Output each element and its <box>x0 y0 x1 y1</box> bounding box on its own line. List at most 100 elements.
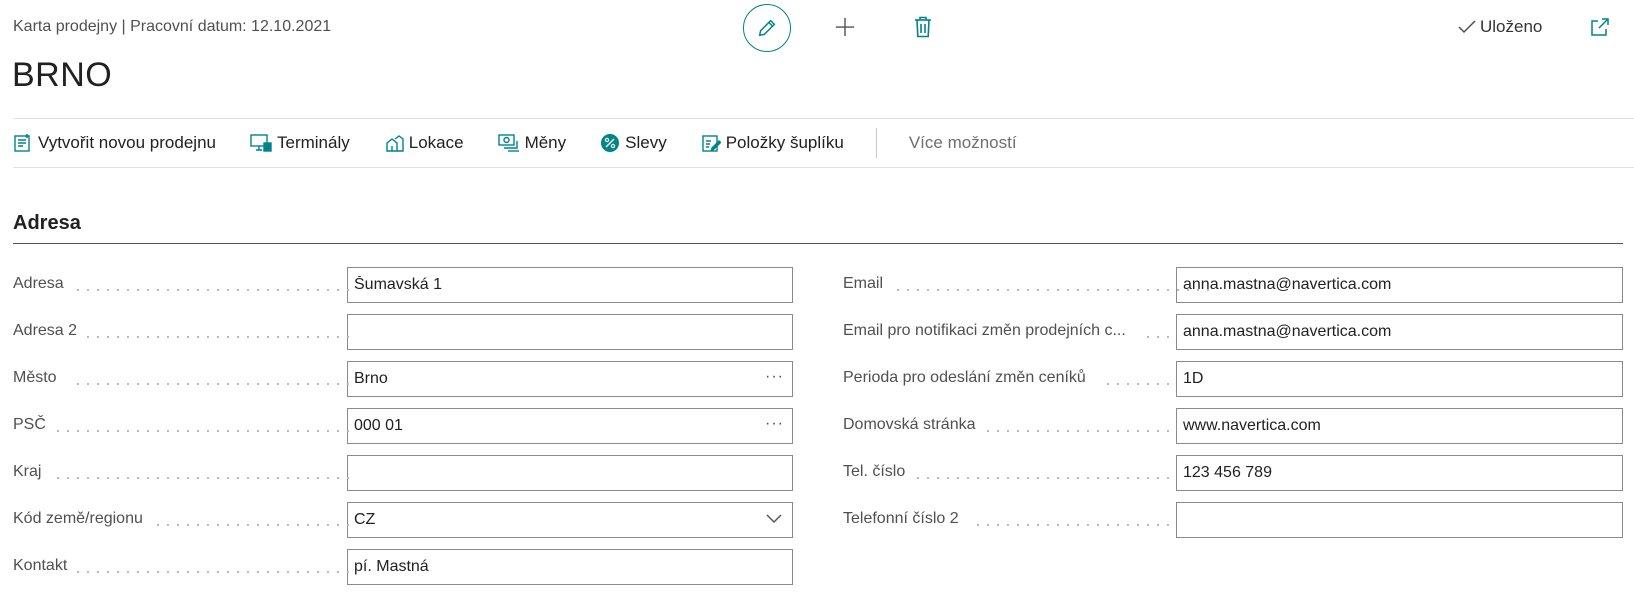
contact-input[interactable]: pí. Mastná <box>347 549 793 585</box>
action-drawer-items-label: Položky šuplíku <box>725 133 844 152</box>
new-store-icon <box>14 134 30 152</box>
leader-dots <box>73 383 350 385</box>
field-address: Adresa Šumavská 1 <box>13 267 793 303</box>
leader-dots <box>53 477 350 479</box>
leader-dots <box>1143 336 1173 338</box>
action-currencies[interactable]: Měny <box>497 133 566 153</box>
leader-dots <box>1103 383 1173 385</box>
field-contact: Kontakt pí. Mastná <box>13 549 793 585</box>
top-bar: Karta prodejny | Pracovní datum: 12.10.2… <box>0 0 1634 60</box>
address-input[interactable]: Šumavská 1 <box>347 267 793 303</box>
field-phone-2: Telefonní číslo 2 <box>843 502 1623 538</box>
action-bar-bottom-divider <box>13 167 1634 168</box>
action-drawer-items[interactable]: Položky šuplíku <box>701 133 844 153</box>
action-separator <box>875 128 877 158</box>
currency-icon <box>497 134 519 152</box>
leader-dots <box>153 524 350 526</box>
field-postcode: PSČ 000 01 ··· <box>13 408 793 444</box>
action-discounts-label: Slevy <box>625 133 667 152</box>
terminal-icon <box>250 134 272 152</box>
phone-value: 123 456 789 <box>1183 464 1272 481</box>
saved-label: Uloženo <box>1480 17 1543 36</box>
action-new-store-label: Vytvořit novou prodejnu <box>38 133 216 152</box>
homepage-input[interactable]: www.navertica.com <box>1176 408 1623 444</box>
field-phone-2-label: Telefonní číslo 2 <box>843 510 967 528</box>
field-email-label: Email <box>843 275 892 293</box>
field-price-change-period: Perioda pro odeslání změn ceníků 1D <box>843 361 1623 397</box>
postcode-value: 000 01 <box>354 417 403 434</box>
homepage-value: www.navertica.com <box>1183 417 1321 434</box>
address-value: Šumavská 1 <box>354 276 443 293</box>
trash-icon <box>915 16 931 38</box>
drawer-items-icon <box>702 135 721 152</box>
postcode-lookup-button[interactable]: ··· <box>765 415 784 433</box>
field-country-code-label: Kód země/regionu <box>13 510 151 528</box>
pencil-icon <box>758 19 776 37</box>
field-address-2: Adresa 2 <box>13 314 793 350</box>
field-phone-label: Tel. číslo <box>843 463 914 481</box>
field-email: Email anna.mastna@navertica.com <box>843 267 1623 303</box>
action-terminals[interactable]: Terminály <box>250 133 350 153</box>
location-icon <box>386 135 404 152</box>
leader-dots <box>53 430 350 432</box>
delete-button[interactable] <box>908 12 938 42</box>
leader-dots <box>73 289 350 291</box>
chevron-down-icon[interactable] <box>766 514 782 524</box>
notification-email-value: anna.mastna@navertica.com <box>1183 323 1392 340</box>
field-notification-email: Email pro notifikaci změn prodejních c..… <box>843 314 1623 350</box>
contact-value: pí. Mastná <box>354 558 429 575</box>
field-phone: Tel. číslo 123 456 789 <box>843 455 1623 491</box>
phone-input[interactable]: 123 456 789 <box>1176 455 1623 491</box>
leader-dots <box>73 336 350 338</box>
leader-dots <box>973 524 1173 526</box>
field-region: Kraj <box>13 455 793 491</box>
field-contact-label: Kontakt <box>13 557 76 575</box>
action-discounts[interactable]: Slevy <box>600 133 667 153</box>
action-locations[interactable]: Lokace <box>384 133 464 153</box>
field-address-label: Adresa <box>13 275 72 293</box>
field-city: Město Brno ··· <box>13 361 793 397</box>
field-notification-email-label: Email pro notifikaci změn prodejních c..… <box>843 322 1134 340</box>
field-homepage: Domovská stránka www.navertica.com <box>843 408 1623 444</box>
popout-icon <box>1591 18 1609 36</box>
region-input[interactable] <box>347 455 793 491</box>
action-bar: Vytvořit novou prodejnu Terminály Lokace… <box>13 119 1017 167</box>
leader-dots <box>913 477 1173 479</box>
country-code-select[interactable]: CZ <box>347 502 793 538</box>
city-lookup-button[interactable]: ··· <box>765 368 784 386</box>
plus-icon <box>835 17 855 37</box>
address-2-input[interactable] <box>347 314 793 350</box>
page-title: BRNO <box>12 56 113 94</box>
action-new-store[interactable]: Vytvořit novou prodejnu <box>13 133 216 153</box>
leader-dots <box>983 430 1173 432</box>
open-new-window-button[interactable] <box>1589 16 1613 40</box>
email-value: anna.mastna@navertica.com <box>1183 276 1392 293</box>
city-value: Brno <box>354 370 388 387</box>
more-options-button[interactable]: Více možností <box>909 133 1017 153</box>
action-terminals-label: Terminály <box>276 133 350 152</box>
field-address-2-label: Adresa 2 <box>13 322 86 340</box>
section-title-address[interactable]: Adresa <box>13 212 81 235</box>
price-change-period-input[interactable]: 1D <box>1176 361 1623 397</box>
leader-dots <box>73 571 350 573</box>
country-code-value: CZ <box>354 511 376 528</box>
saved-status: Uloženo <box>1458 17 1542 37</box>
price-change-period-value: 1D <box>1183 370 1204 387</box>
breadcrumb: Karta prodejny | Pracovní datum: 12.10.2… <box>13 18 332 35</box>
postcode-input[interactable]: 000 01 ··· <box>347 408 793 444</box>
edit-button[interactable] <box>743 4 791 52</box>
section-divider <box>13 243 1623 244</box>
city-input[interactable]: Brno ··· <box>347 361 793 397</box>
action-locations-label: Lokace <box>408 133 464 152</box>
more-options-label: Více možností <box>908 133 1017 152</box>
field-city-label: Město <box>13 369 65 387</box>
field-country-code: Kód země/regionu CZ <box>13 502 793 538</box>
notification-email-input[interactable]: anna.mastna@navertica.com <box>1176 314 1623 350</box>
discount-icon <box>601 134 620 152</box>
field-region-label: Kraj <box>13 463 50 481</box>
phone-2-input[interactable] <box>1176 502 1623 538</box>
new-button[interactable] <box>830 12 860 42</box>
leader-dots <box>893 289 1213 291</box>
email-input[interactable]: anna.mastna@navertica.com <box>1176 267 1623 303</box>
field-homepage-label: Domovská stránka <box>843 416 984 434</box>
